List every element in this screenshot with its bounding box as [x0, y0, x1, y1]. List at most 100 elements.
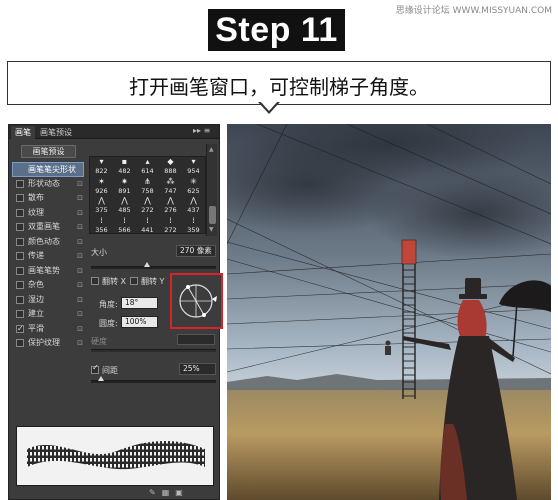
brush-option-item[interactable]: 双重画笔 ⊡	[12, 220, 84, 235]
brush-tip-cell[interactable]: ⁞ 359	[182, 216, 205, 235]
brush-tool-icon[interactable]: ✎	[149, 488, 162, 497]
size-slider-knob[interactable]	[144, 262, 151, 267]
brush-tip-cell[interactable]: ⋀ 437	[182, 196, 205, 215]
spacing-checkbox[interactable]	[91, 363, 99, 374]
brush-option-item[interactable]: 散布 ⊡	[12, 191, 84, 206]
brush-tip-cell[interactable]: ▪ 482	[113, 157, 136, 176]
size-input[interactable]: 270 像素	[176, 245, 216, 257]
scene-photo	[227, 124, 551, 500]
flip-y-checkbox[interactable]	[130, 277, 138, 285]
flip-x-checkbox[interactable]	[91, 277, 99, 285]
caption-text: 打开画笔窗口，可控制梯子角度。	[129, 75, 429, 99]
brush-tip-size: 359	[187, 225, 200, 234]
brush-tip-cell[interactable]: ▾ 954	[182, 157, 205, 176]
brush-tip-cell[interactable]: ⋀ 485	[113, 196, 136, 215]
lock-icon[interactable]: ⊡	[77, 191, 83, 205]
tab-brush-presets[interactable]: 画笔预设	[36, 126, 76, 139]
brush-option-item[interactable]: 传递 ⊡	[12, 249, 84, 264]
brush-tip-cell[interactable]: ⁞ 441	[136, 216, 159, 235]
brush-tip-size: 891	[118, 186, 131, 195]
brush-tip-cell[interactable]: ⁞ 272	[159, 216, 182, 235]
brush-tip-cell[interactable]: ⋔ 758	[136, 177, 159, 196]
brush-option-checkbox[interactable]	[16, 223, 24, 231]
brush-option-item[interactable]: 建立 ⊡	[12, 307, 84, 322]
roundness-input[interactable]: 100%	[121, 316, 158, 328]
brush-tip-size: 926	[95, 186, 108, 195]
brush-option-checkbox[interactable]	[16, 310, 24, 318]
new-preset-icon[interactable]: ▣	[175, 488, 189, 497]
spacing-slider[interactable]	[91, 376, 216, 383]
brush-option-item[interactable]: 杂色 ⊡	[12, 278, 84, 293]
angle-control-highlight[interactable]	[170, 273, 223, 329]
scroll-up-icon[interactable]: ▲	[209, 146, 214, 153]
brush-presets-button[interactable]: 画笔预设	[21, 145, 76, 158]
angle-roundness-dial-icon[interactable]	[172, 275, 221, 327]
brush-tip-cell[interactable]: ✳ 625	[182, 177, 205, 196]
brush-panel: 画笔 画笔预设 ▸▸ ≡ 画笔预设 画笔笔尖形状 形状动态 ⊡ 散布 ⊡ 纹理 ⊡ 双重画笔 ⊡…	[8, 124, 223, 500]
brush-option-checkbox[interactable]	[16, 252, 24, 260]
lock-icon[interactable]: ⊡	[77, 220, 83, 234]
brush-option-item[interactable]: 保护纹理 ⊡	[12, 336, 84, 351]
lock-icon[interactable]: ⊡	[77, 293, 83, 307]
brush-tip-size: 437	[187, 206, 200, 214]
brush-tip-icon: ⋀	[190, 196, 197, 205]
brush-option-item[interactable]: 形状动态 ⊡	[12, 177, 84, 192]
flip-y-label: 翻转 Y	[141, 277, 165, 286]
lock-icon[interactable]: ⊡	[77, 307, 83, 321]
brush-tip-scrollbar[interactable]: ▲ ▼	[206, 144, 217, 236]
brush-tip-cell[interactable]: ▾ 822	[90, 157, 113, 176]
tab-brush[interactable]: 画笔	[11, 126, 35, 139]
brush-tip-cell[interactable]: ◆ 888	[159, 157, 182, 176]
brush-option-label: 双重画笔	[28, 222, 60, 231]
brush-tip-cell[interactable]: ⁂ 747	[159, 177, 182, 196]
spacing-slider-knob[interactable]	[98, 376, 104, 381]
brush-option-checkbox[interactable]	[16, 179, 24, 188]
brush-tip-cell[interactable]: ⋀ 375	[90, 196, 113, 215]
lock-icon[interactable]: ⊡	[77, 177, 83, 191]
brush-option-item[interactable]: 画笔笔尖形状	[12, 162, 84, 177]
brush-tip-cell[interactable]: ▴ 614	[136, 157, 159, 176]
panel-menu-icon[interactable]: ▸▸ ≡	[193, 126, 210, 135]
angle-input[interactable]: 18°	[121, 297, 158, 309]
brush-tip-cell[interactable]: ⁞ 356	[90, 216, 113, 235]
brush-tip-cell[interactable]: ✶ 926	[90, 177, 113, 196]
spacing-input[interactable]: 25%	[179, 363, 216, 375]
brush-tip-size: 566	[118, 225, 131, 234]
brush-option-checkbox[interactable]	[16, 208, 24, 217]
brush-tip-icon: ⋔	[144, 176, 151, 186]
brush-tip-cell[interactable]: ⋀ 276	[159, 196, 182, 215]
brush-tip-cell[interactable]: ⋀ 272	[136, 196, 159, 215]
brush-tip-icon: ▾	[99, 157, 104, 166]
lock-icon[interactable]: ⊡	[77, 206, 83, 220]
lock-icon[interactable]: ⊡	[77, 235, 83, 249]
scroll-down-icon[interactable]: ▼	[209, 226, 214, 233]
lock-icon[interactable]: ⊡	[77, 264, 83, 278]
lock-icon[interactable]: ⊡	[77, 278, 83, 292]
size-slider[interactable]	[91, 262, 216, 269]
lock-icon[interactable]: ⊡	[77, 336, 83, 350]
brush-option-checkbox[interactable]	[16, 339, 24, 347]
brush-option-label: 画笔笔尖形状	[28, 165, 76, 174]
lock-icon[interactable]: ⊡	[77, 322, 83, 336]
brush-tip-cell[interactable]: ✷ 891	[113, 177, 136, 196]
brush-option-label: 散布	[28, 193, 44, 202]
brush-option-item[interactable]: 纹理 ⊡	[12, 206, 84, 221]
brush-tip-icon: ⋀	[98, 196, 105, 205]
brush-option-checkbox[interactable]	[16, 237, 24, 246]
brush-tip-size: 356	[95, 225, 108, 234]
brush-option-item[interactable]: 颜色动态 ⊡	[12, 235, 84, 250]
brush-option-checkbox[interactable]	[16, 322, 24, 336]
brush-tip-cell[interactable]: ⁞ 566	[113, 216, 136, 235]
brush-option-item[interactable]: 画笔笔势 ⊡	[12, 264, 84, 279]
step-title: Step 11	[208, 9, 345, 51]
brush-option-checkbox[interactable]	[16, 194, 24, 202]
brush-option-item[interactable]: 湿边 ⊡	[12, 293, 84, 308]
grid-icon[interactable]: ▦	[162, 488, 176, 497]
lock-icon[interactable]: ⊡	[77, 249, 83, 263]
brush-option-checkbox[interactable]	[16, 281, 24, 289]
brush-option-checkbox[interactable]	[16, 266, 24, 275]
brush-option-item[interactable]: 平滑 ⊡	[12, 322, 84, 337]
brush-option-checkbox[interactable]	[16, 295, 24, 304]
brush-option-label: 湿边	[28, 294, 44, 304]
scroll-thumb[interactable]	[209, 206, 216, 224]
